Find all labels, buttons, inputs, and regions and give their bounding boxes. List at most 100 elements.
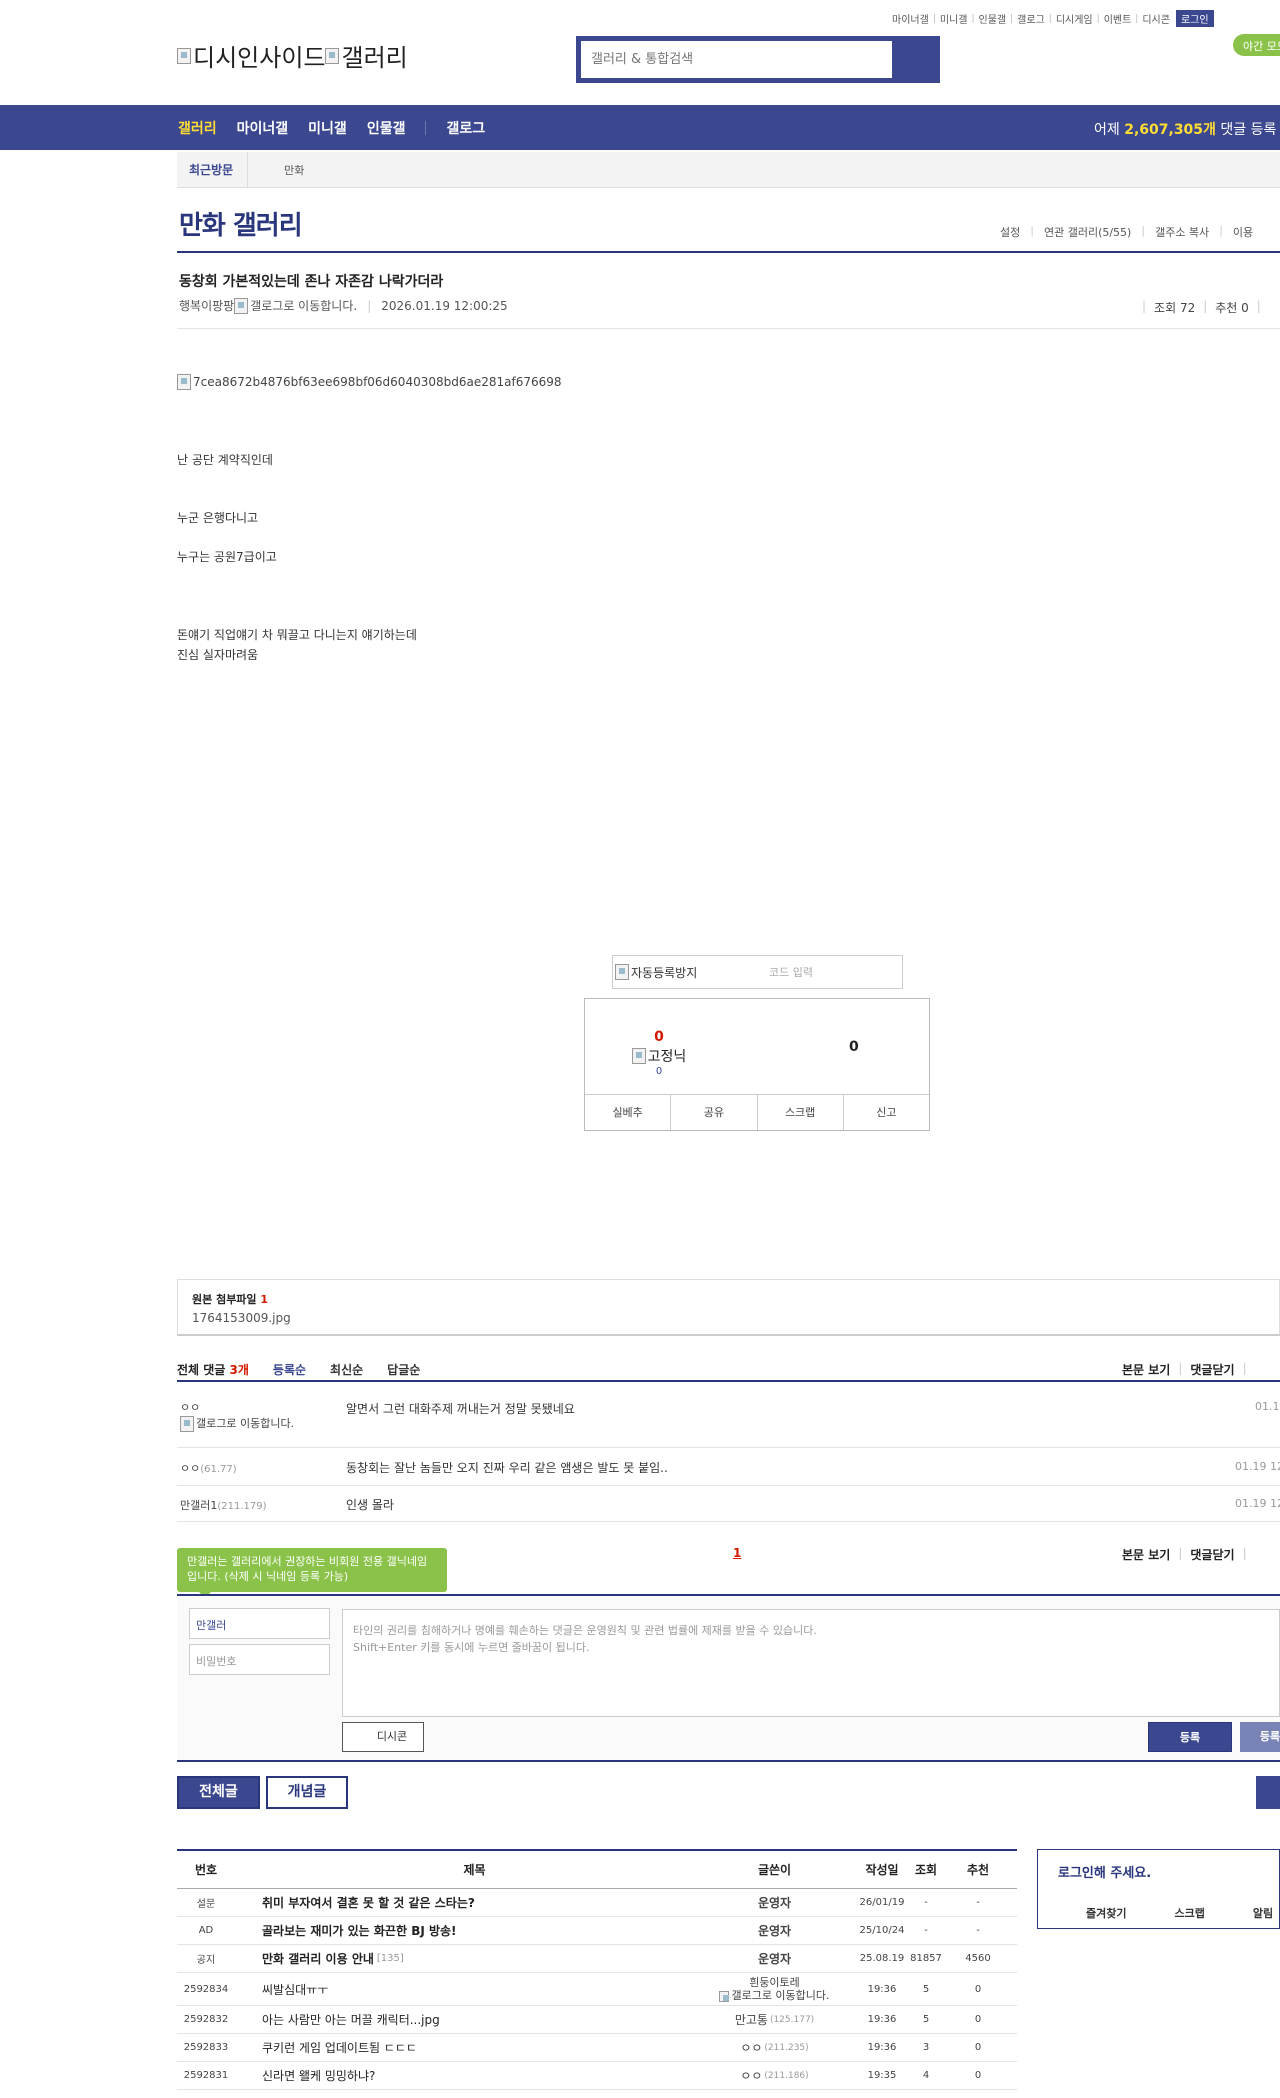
report-button[interactable]: 신고 [844, 1095, 929, 1130]
usage-link[interactable]: 이용 [1233, 224, 1253, 240]
comment-textarea[interactable]: 타인의 권리를 침해하거나 명예를 훼손하는 댓글은 운영원칙 및 관련 법률에… [342, 1609, 1280, 1717]
util-link-mini[interactable]: 미니갤 [940, 11, 968, 26]
comment-text: 동창회는 잘난 놈들만 오지 진짜 우리 같은 앰생은 발도 못 붙임.. [346, 1461, 668, 1475]
sort-by-registered[interactable]: 등록순 [273, 1361, 306, 1378]
comment-text: 알면서 그런 대화주제 꺼내는거 정말 못됐네요 [346, 1402, 575, 1416]
row-writer[interactable]: 운영자 [717, 1889, 832, 1916]
login-button[interactable]: 로그인 [1175, 10, 1214, 27]
recommend-up[interactable]: 0 고정닉 0 [629, 1029, 689, 1077]
recent-visit-label[interactable]: 최근방문 [177, 151, 249, 188]
row-subject[interactable]: 만화 갤러리 이용 안내 [135] [262, 1945, 404, 1972]
comment-nick[interactable]: ㅇㅇ 갤로그로 이동합니다. [180, 1399, 294, 1432]
util-link-dccon[interactable]: 디시콘 [1142, 11, 1170, 26]
post-stats: | 조회 72 | 추천 0 | [1142, 299, 1261, 315]
dccon-button[interactable]: 디시콘 [342, 1722, 424, 1752]
tab-best-posts[interactable]: 개념글 [266, 1776, 348, 1809]
tab-all-posts[interactable]: 전체글 [177, 1776, 260, 1809]
recommend-actions: 실베추 공유 스크랩 신고 [585, 1094, 929, 1130]
scrap-link[interactable]: 스크랩 [1174, 1905, 1204, 1921]
nav-item-gallery[interactable]: 갤러리 [178, 118, 217, 138]
comment-page-1[interactable]: 1 [733, 1546, 741, 1560]
row-subject[interactable]: 취미 부자여서 결혼 못 할 것 같은 스타는? [262, 1889, 475, 1916]
password-field[interactable]: 비밀번호 [189, 1644, 330, 1675]
scrap-button[interactable]: 스크랩 [758, 1095, 844, 1130]
view-body-link[interactable]: 본문 보기 [1122, 1361, 1170, 1378]
sort-by-latest[interactable]: 최신순 [330, 1361, 363, 1378]
comment-date: 01.19 [1255, 1400, 1280, 1413]
util-link-minor[interactable]: 마이너갤 [892, 11, 929, 26]
nav-item-minor[interactable]: 마이너갤 [237, 118, 289, 138]
notification-link[interactable]: 알림 [1253, 1905, 1273, 1921]
row-num: 2592831 [183, 2070, 229, 2081]
post-list-row[interactable]: 2592833 쿠키런 게임 업데이트됨 ㄷㄷㄷ ㅇㅇ (211.235) 19:… [177, 2034, 1017, 2062]
login-prompt[interactable]: 로그인해 주세요. [1058, 1862, 1151, 1881]
post-list-row[interactable]: 2592832 아는 사람만 아는 머끌 캐릭터...jpg 만고통 (125.1… [177, 2006, 1017, 2034]
nickname-field[interactable]: 만갤러 [189, 1608, 330, 1639]
post-list-row[interactable]: 2592834 씨발심대ㅠㅜ 흰둥이토레 갤로그로 이동합니다. 19:36 5 … [177, 1973, 1017, 2006]
post-list-row[interactable]: 2592831 신라면 왤케 밍밍하냐? ㅇㅇ (211.186) 19:35 4… [177, 2062, 1017, 2090]
recent-visit-bar: 최근방문 만화 [177, 151, 1280, 188]
site-logo[interactable]: 디시인사이드 갤러리 [177, 38, 408, 73]
captcha-box: 자동등록방지 코드 입력 [612, 955, 903, 989]
util-link-person[interactable]: 인물갤 [979, 11, 1007, 26]
row-recommend: 4560 [965, 1953, 991, 1964]
gallog-link[interactable]: 갤로그로 이동합니다. [250, 297, 357, 314]
row-writer[interactable]: 운영자 [717, 1917, 832, 1944]
nav-item-person[interactable]: 인물갤 [367, 118, 406, 138]
nav-item-gallog[interactable]: 갤로그 [446, 118, 485, 138]
attachment-file[interactable]: 1764153009.jpg [192, 1311, 1265, 1325]
post-author[interactable]: 행복이팡팡 [179, 297, 234, 314]
copy-url-link[interactable]: 갤주소 복사 [1155, 224, 1209, 240]
row-subject[interactable]: 쿠키런 게임 업데이트됨 ㄷㄷㄷ [262, 2034, 417, 2061]
row-subject[interactable]: 아는 사람만 아는 머끌 캐릭터...jpg [262, 2006, 440, 2033]
post-meta: 행복이팡팡 갤로그로 이동합니다. | 2026.01.19 12:00:25 [179, 297, 508, 314]
broken-image-icon [177, 374, 191, 390]
row-num: 2592834 [183, 1983, 229, 1995]
share-button[interactable]: 공유 [671, 1095, 758, 1130]
captcha-input[interactable]: 코드 입력 [769, 964, 813, 980]
search-input[interactable] [579, 39, 892, 80]
post-list-row[interactable]: 설문 취미 부자여서 결혼 못 할 것 같은 스타는? 운영자 26/01/19… [177, 1889, 1017, 1917]
comment-text: 인생 몰라 [346, 1498, 394, 1512]
post-list-row[interactable]: 공지 만화 갤러리 이용 안내 [135] 운영자 25.08.19 81857 … [177, 1945, 1017, 1973]
comment-row: 만갤러1(211.179) 인생 몰라 01.19 12 [177, 1486, 1280, 1522]
row-writer[interactable]: 흰둥이토레 갤로그로 이동합니다. [717, 1973, 832, 2005]
comment-submit-button[interactable]: 등록 [1148, 1722, 1232, 1752]
close-comments-link[interactable]: 댓글닫기 [1190, 1546, 1234, 1563]
row-subject[interactable]: 씨발심대ㅠㅜ [262, 1973, 328, 2005]
post-image[interactable]: 7cea8672b4876bf63ee698bf06d6040308bd6ae2… [177, 374, 562, 390]
attachment-label: 원본 첨부파일 1 [192, 1293, 269, 1306]
comment-submit-recommend-button[interactable]: 등록 [1240, 1722, 1280, 1752]
comment-nick[interactable]: 만갤러1(211.179) [180, 1497, 267, 1513]
favorites-link[interactable]: 즐겨찾기 [1086, 1905, 1126, 1921]
sort-by-replies[interactable]: 답글순 [387, 1361, 420, 1378]
row-subject[interactable]: 신라면 왤케 밍밍하냐? [262, 2062, 375, 2089]
night-mode-toggle[interactable]: 야간 모드 [1233, 34, 1280, 56]
post-body-line: 돈얘기 직업얘기 차 뭐끌고 다니는지 얘기하는데 [177, 628, 417, 642]
row-date: 19:35 [867, 2070, 897, 2081]
recommend-down-count[interactable]: 0 [849, 1039, 859, 1055]
related-gallery-link[interactable]: 연관 갤러리(5/55) [1044, 224, 1131, 240]
write-button[interactable] [1256, 1776, 1280, 1809]
util-link-game[interactable]: 디시게임 [1056, 11, 1093, 26]
nav-item-mini[interactable]: 미니갤 [308, 118, 347, 138]
search-button[interactable] [892, 39, 937, 80]
row-writer[interactable]: 운영자 [717, 1945, 832, 1972]
row-writer[interactable]: ㅇㅇ (211.186) [717, 2062, 832, 2089]
comment-nick[interactable]: ㅇㅇ(61.77) [180, 1460, 237, 1476]
captcha-image[interactable]: 자동등록방지 [613, 964, 753, 981]
logo-alt-dcinside: 디시인사이드 [193, 44, 326, 72]
close-comments-link[interactable]: 댓글닫기 [1190, 1361, 1234, 1378]
gallery-settings-link[interactable]: 설정 [1000, 224, 1020, 240]
recent-visit-item[interactable]: 만화 [284, 162, 304, 178]
util-link-gallog[interactable]: 갤로그 [1017, 11, 1045, 26]
row-num: 2592833 [183, 2042, 229, 2053]
gallery-title[interactable]: 만화 갤러리 [179, 205, 303, 242]
row-writer[interactable]: 만고통 (125.177) [717, 2006, 832, 2033]
post-list-row[interactable]: AD 골라보는 재미가 있는 화끈한 BJ 방송! 운영자 25/10/24 -… [177, 1917, 1017, 1945]
row-writer[interactable]: ㅇㅇ (211.235) [717, 2034, 832, 2061]
row-subject[interactable]: 골라보는 재미가 있는 화끈한 BJ 방송! [262, 1917, 457, 1944]
best-recommend-button[interactable]: 실베추 [585, 1095, 672, 1130]
view-body-link[interactable]: 본문 보기 [1122, 1546, 1170, 1563]
util-link-event[interactable]: 이벤트 [1104, 11, 1132, 26]
